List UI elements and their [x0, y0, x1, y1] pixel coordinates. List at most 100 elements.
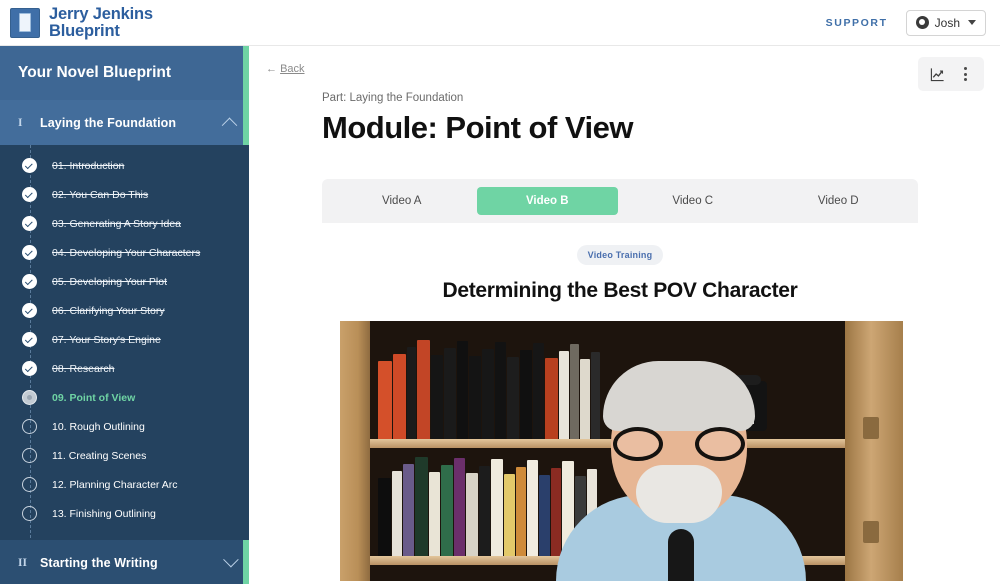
section-title: Laying the Foundation	[40, 115, 177, 130]
book-spine	[457, 341, 468, 439]
tab-video-d[interactable]: Video D	[768, 187, 910, 215]
sidebar-item-label: 02. You Can Do This	[52, 188, 149, 201]
section-title: Starting the Writing	[40, 555, 158, 570]
book-spine	[454, 458, 465, 556]
main-content: ← Back Part: Laying the Foundation Modul…	[249, 46, 1000, 584]
check-circle-icon	[22, 187, 37, 202]
book-page-icon	[10, 7, 40, 38]
book-spine	[378, 478, 391, 556]
top-navigation-bar: Jerry Jenkins Blueprint SUPPORT Josh	[0, 0, 1000, 46]
check-circle-icon	[22, 332, 37, 347]
presenter-figure	[556, 361, 806, 581]
section-numeral: II	[18, 556, 27, 569]
sidebar-item-finishing-outlining[interactable]: 13. Finishing Outlining	[0, 499, 249, 528]
book-spine	[539, 475, 550, 556]
sidebar-item-label: 12. Planning Character Arc	[52, 478, 178, 491]
sidebar-item-you-can-do-this[interactable]: 02. You Can Do This	[0, 180, 249, 209]
badge-row: Video Training	[340, 245, 900, 265]
sidebar-item-planning-character-arc[interactable]: 12. Planning Character Arc	[0, 470, 249, 499]
video-card: Video A Video B Video C Video D Video Tr…	[322, 179, 918, 581]
more-vertical-icon[interactable]	[952, 62, 978, 86]
empty-circle-icon	[22, 477, 37, 492]
chevron-up-icon[interactable]	[221, 117, 238, 134]
module-part-label: Part: Laying the Foundation	[322, 92, 464, 104]
sidebar-section-starting-the-writing[interactable]: II Starting the Writing	[0, 540, 249, 584]
cabinet-frame-left	[340, 321, 370, 581]
sidebar-item-label: 01. Introduction	[52, 159, 125, 172]
book-spine	[378, 361, 392, 439]
page-action-bar	[918, 57, 984, 91]
book-spine	[407, 347, 416, 439]
empty-circle-icon	[22, 448, 37, 463]
check-circle-icon	[22, 303, 37, 318]
cabinet-frame-right	[845, 321, 903, 581]
book-spine	[516, 467, 526, 556]
brand-name: Jerry Jenkins Blueprint	[49, 6, 153, 39]
chart-line-icon[interactable]	[924, 62, 950, 86]
sidebar-item-rough-outlining[interactable]: 10. Rough Outlining	[0, 412, 249, 441]
video-panel: Video Training Determining the Best POV …	[322, 223, 918, 581]
video-player[interactable]	[340, 321, 903, 581]
book-spine	[417, 340, 430, 439]
book-spine	[482, 349, 494, 439]
book-spine	[393, 354, 406, 439]
status-badge: Video Training	[576, 245, 664, 265]
book-spine	[431, 355, 443, 439]
sidebar-item-developing-your-characters[interactable]: 04. Developing Your Characters	[0, 238, 249, 267]
sidebar-item-label: 10. Rough Outlining	[52, 420, 145, 433]
brand-line-2: Blueprint	[49, 21, 120, 40]
tab-video-c[interactable]: Video C	[622, 187, 764, 215]
book-spine	[479, 466, 490, 556]
sidebar-lesson-list: 01. Introduction 02. You Can Do This 03.…	[0, 145, 249, 548]
chevron-down-icon[interactable]	[223, 551, 239, 568]
sidebar-item-label: 05. Developing Your Plot	[52, 275, 168, 288]
sidebar-item-label: 09. Point of View	[52, 391, 136, 404]
user-avatar-icon	[915, 16, 929, 29]
sidebar-item-label: 03. Generating A Story Idea	[52, 217, 182, 230]
check-circle-icon	[22, 158, 37, 173]
book-spine	[491, 459, 503, 556]
check-circle-icon	[22, 274, 37, 289]
sidebar-item-label: 04. Developing Your Characters	[52, 246, 201, 259]
book-spine	[533, 343, 544, 439]
top-navigation-actions: SUPPORT Josh	[826, 9, 986, 36]
brand-line-1: Jerry Jenkins	[49, 5, 153, 23]
check-circle-icon	[22, 245, 37, 260]
book-spine	[441, 465, 453, 556]
sidebar-item-introduction[interactable]: 01. Introduction	[0, 151, 249, 180]
sidebar-item-clarifying-your-story[interactable]: 06. Clarifying Your Story	[0, 296, 249, 325]
support-link[interactable]: SUPPORT	[826, 17, 888, 29]
check-circle-icon	[22, 216, 37, 231]
book-spine	[504, 474, 515, 556]
tab-video-b[interactable]: Video B	[476, 187, 618, 215]
sidebar-section-laying-the-foundation[interactable]: I Laying the Foundation	[0, 100, 249, 145]
sidebar-title: Your Novel Blueprint	[18, 64, 172, 81]
sidebar-header: Your Novel Blueprint	[0, 46, 249, 100]
sidebar-item-label: 13. Finishing Outlining	[52, 507, 156, 520]
user-menu-button[interactable]: Josh	[905, 9, 986, 36]
book-spine	[444, 348, 456, 439]
sidebar-item-your-storys-engine[interactable]: 07. Your Story's Engine	[0, 325, 249, 354]
book-spine	[415, 457, 428, 556]
current-lesson-icon	[22, 390, 37, 405]
tab-video-a[interactable]: Video A	[331, 187, 473, 215]
empty-circle-icon	[22, 506, 37, 521]
back-link[interactable]: ← Back	[266, 63, 305, 75]
sidebar-item-label: 07. Your Story's Engine	[52, 333, 161, 346]
sidebar-item-developing-your-plot[interactable]: 05. Developing Your Plot	[0, 267, 249, 296]
section-numeral: I	[18, 116, 23, 129]
back-label: Back	[280, 63, 305, 75]
sidebar-item-generating-a-story-idea[interactable]: 03. Generating A Story Idea	[0, 209, 249, 238]
sidebar-item-label: 06. Clarifying Your Story	[52, 304, 165, 317]
empty-circle-icon	[22, 419, 37, 434]
sidebar-item-research[interactable]: 08. Research	[0, 354, 249, 383]
sidebar-item-point-of-view[interactable]: 09. Point of View	[0, 383, 249, 412]
brand-logo[interactable]: Jerry Jenkins Blueprint	[10, 6, 153, 39]
sidebar-item-label: 08. Research	[52, 362, 115, 375]
course-sidebar[interactable]: Your Novel Blueprint I Laying the Founda…	[0, 46, 249, 584]
chevron-down-icon	[968, 20, 976, 25]
sidebar-item-creating-scenes[interactable]: 11. Creating Scenes	[0, 441, 249, 470]
book-spine	[403, 464, 414, 556]
book-spine	[466, 473, 478, 556]
book-spine	[469, 356, 481, 439]
